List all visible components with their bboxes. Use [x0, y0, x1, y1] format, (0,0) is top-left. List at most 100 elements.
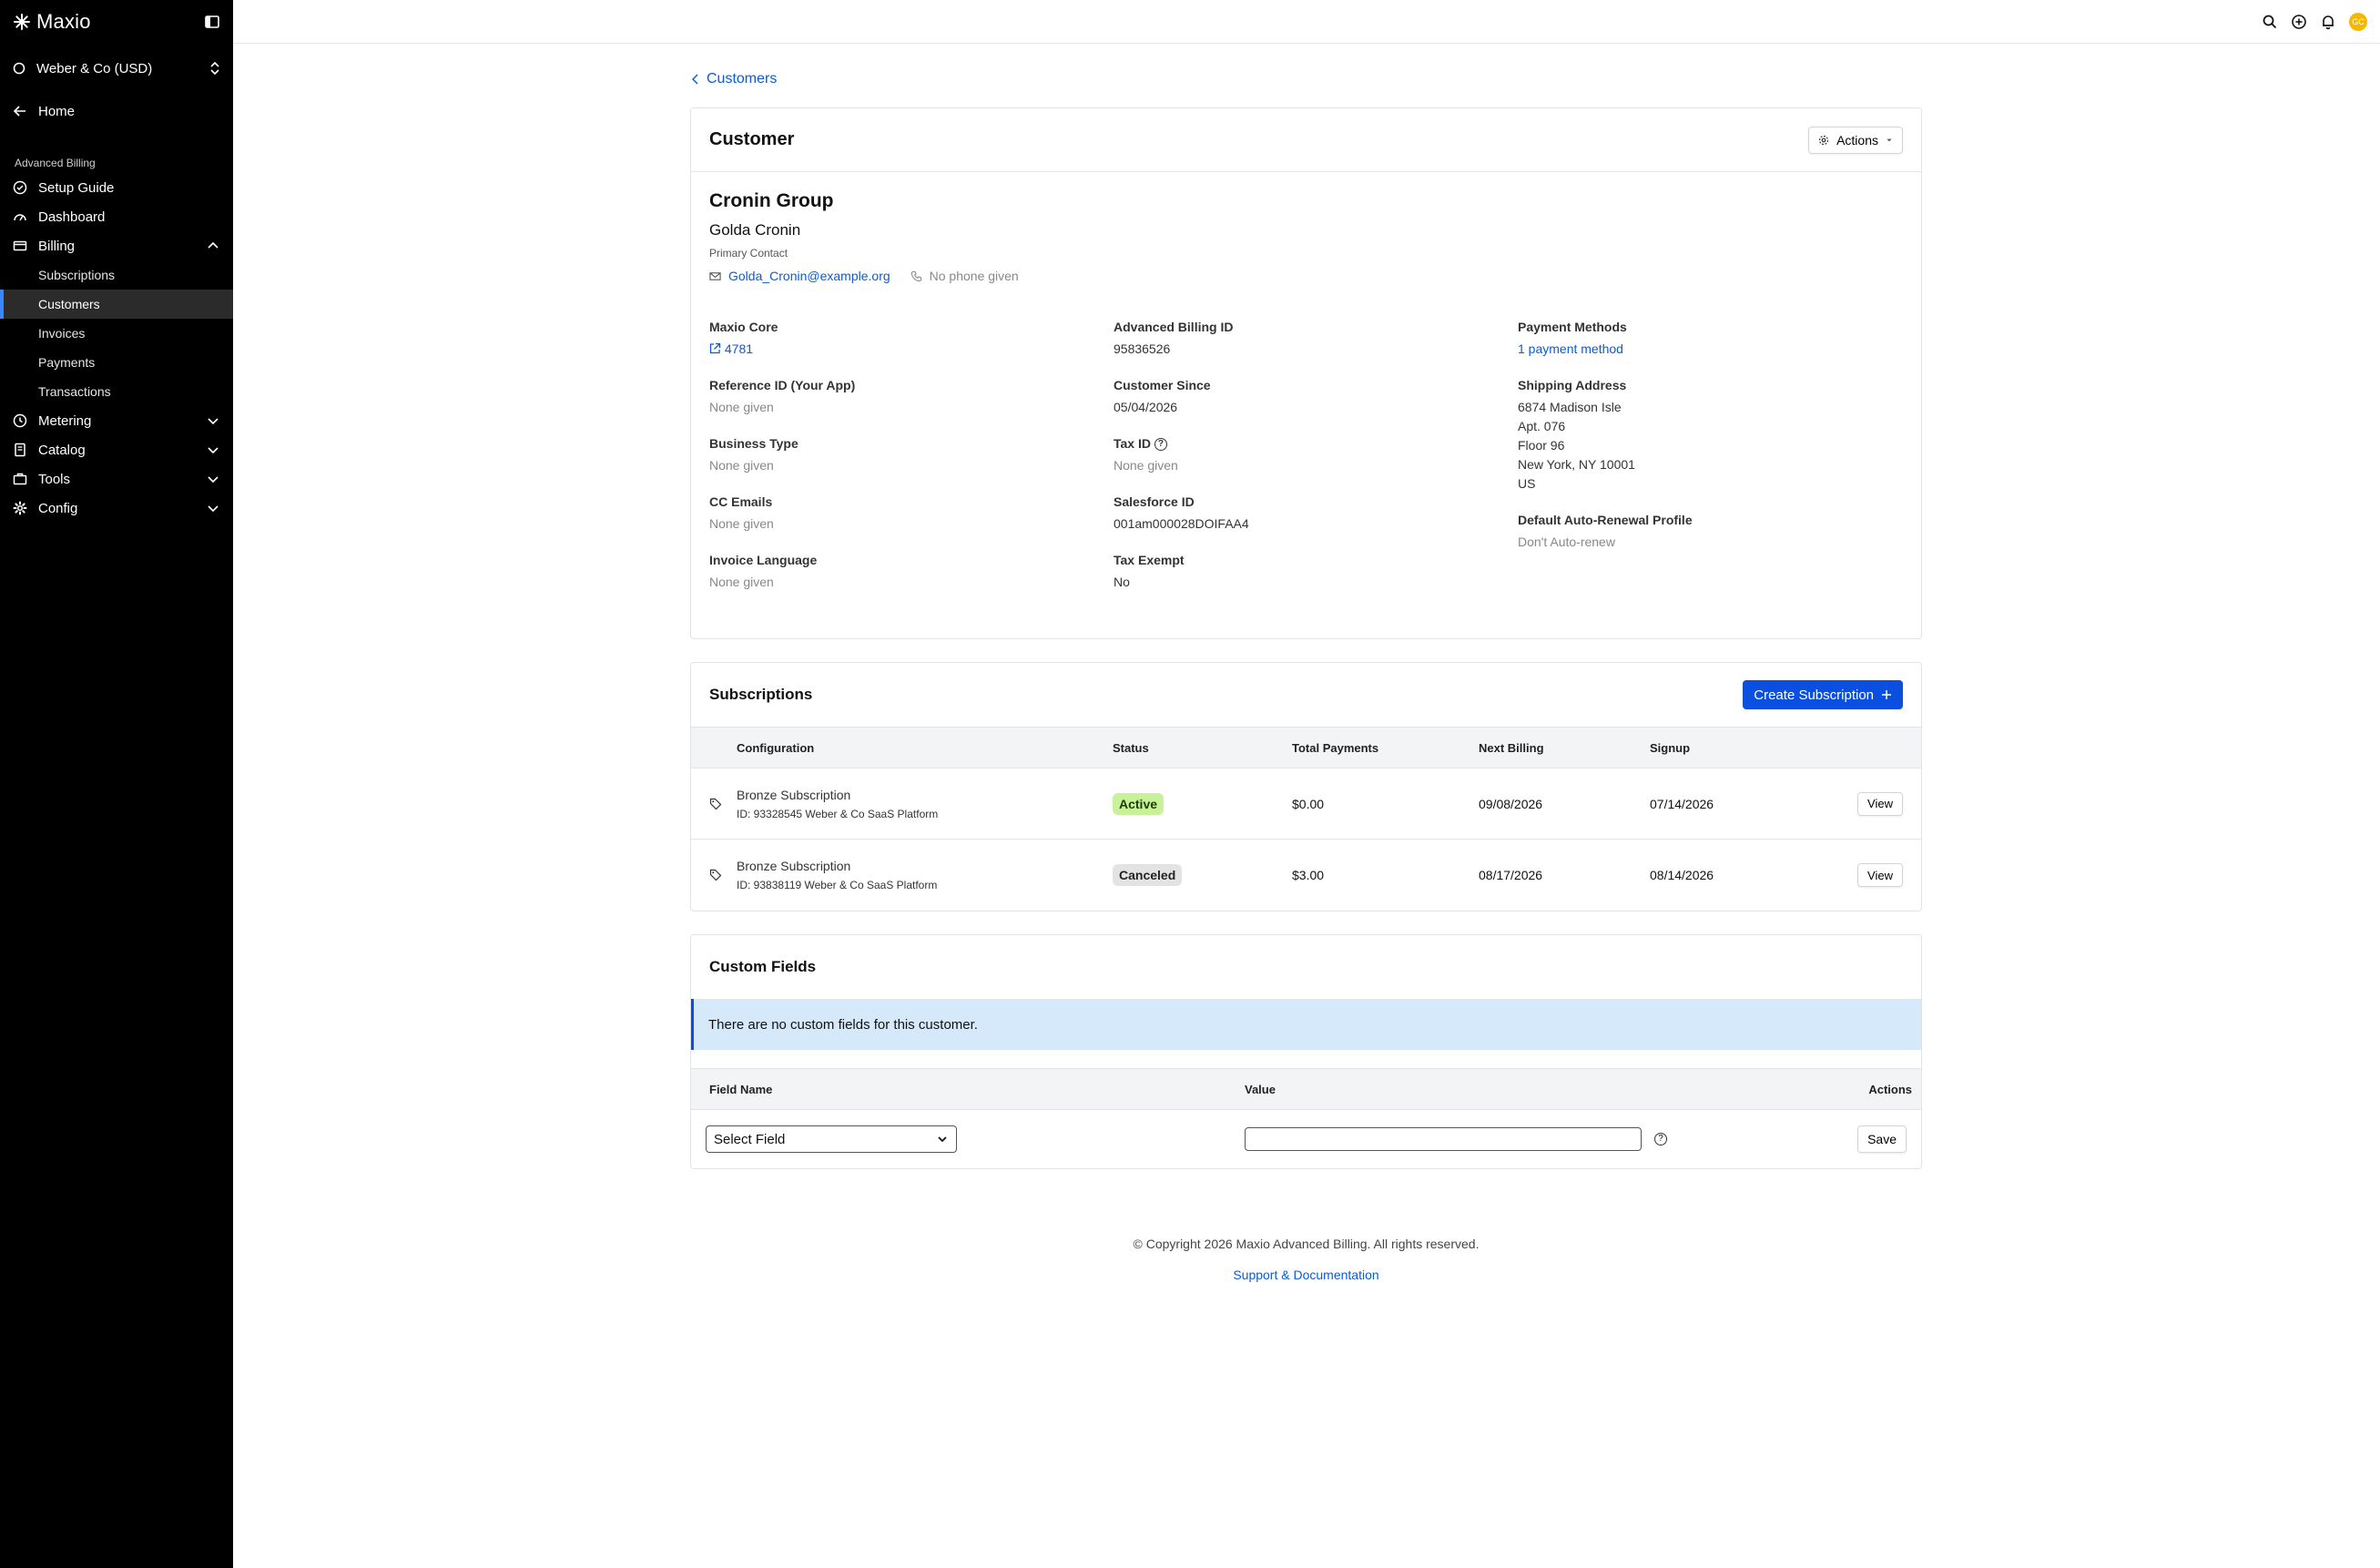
nav-dashboard[interactable]: Dashboard	[0, 202, 233, 231]
field-label: Shipping Address	[1518, 378, 1627, 392]
main-content: Customers Customer Actions Cronin Group …	[690, 44, 1922, 1282]
breadcrumb-customers-link[interactable]: Customers	[707, 71, 777, 87]
add-circle-icon[interactable]	[2291, 14, 2307, 30]
address-line: Floor 96	[1518, 438, 1565, 453]
org-circle-icon	[13, 62, 25, 75]
nav-tools[interactable]: Tools	[0, 464, 233, 494]
field-tax-id: Tax ID? None given	[1114, 436, 1518, 475]
shipping-address: 6874 Madison Isle Apt. 076 Floor 96 New …	[1518, 398, 1903, 494]
field-value: No	[1114, 575, 1130, 590]
credit-card-icon	[13, 240, 27, 251]
custom-field-input-row: Select Field ? Save	[691, 1110, 1921, 1168]
column-header-value: Value	[1245, 1082, 1276, 1096]
select-field-dropdown[interactable]: Select Field	[706, 1125, 957, 1154]
breadcrumb[interactable]: Customers	[690, 44, 1922, 107]
nav-invoices[interactable]: Invoices	[0, 319, 233, 348]
bell-icon[interactable]	[2320, 14, 2336, 30]
field-auto-renewal: Default Auto-Renewal Profile Don't Auto-…	[1518, 513, 1903, 552]
help-icon[interactable]: ?	[1154, 438, 1167, 452]
next-billing-date: 09/08/2026	[1479, 796, 1543, 811]
address-line: New York, NY 10001	[1518, 457, 1635, 472]
subscription-configuration: Bronze Subscription ID: 93838119 Weber &…	[737, 859, 1113, 891]
view-subscription-button[interactable]: View	[1857, 791, 1903, 816]
nav-customers[interactable]: Customers	[0, 290, 233, 319]
custom-fields-card: Custom Fields There are no custom fields…	[690, 934, 1922, 1170]
subscription-meta: ID: 93838119 Weber & Co SaaS Platform	[737, 879, 938, 892]
search-icon[interactable]	[2262, 14, 2278, 30]
nav-subscriptions[interactable]: Subscriptions	[0, 260, 233, 290]
field-value: None given	[709, 516, 774, 531]
field-label: Default Auto-Renewal Profile	[1518, 513, 1693, 527]
subscriptions-card: Subscriptions Create Subscription Config…	[690, 662, 1922, 912]
nav-setup-guide[interactable]: Setup Guide	[0, 173, 233, 202]
actions-label: Actions	[1836, 132, 1878, 148]
company-name: Cronin Group	[709, 190, 834, 211]
create-subscription-button[interactable]: Create Subscription	[1743, 680, 1903, 710]
subscriptions-title: Subscriptions	[709, 686, 813, 704]
table-row: Bronze Subscription ID: 93838119 Weber &…	[691, 840, 1921, 911]
fields-column-3: Payment Methods 1 payment method Shippin…	[1518, 320, 1903, 611]
field-invoice-language: Invoice Language None given	[709, 553, 1114, 592]
nav-payments[interactable]: Payments	[0, 348, 233, 377]
tax-id-label: Tax ID	[1114, 436, 1151, 451]
column-header-status: Status	[1113, 740, 1149, 755]
customer-details: Cronin Group Golda Cronin Primary Contac…	[691, 172, 1921, 638]
maxio-core-id: 4781	[724, 341, 754, 356]
chevron-up-down-icon	[210, 61, 219, 76]
customer-card-title: Customer	[709, 129, 795, 149]
custom-field-value-input[interactable]	[1245, 1127, 1642, 1152]
save-button[interactable]: Save	[1857, 1125, 1907, 1154]
nav-home-label: Home	[38, 103, 76, 119]
contact-email-link[interactable]: Golda_Cronin@example.org	[728, 269, 890, 283]
tag-icon	[709, 870, 722, 881]
contact-info-row: Golda_Cronin@example.org No phone given	[709, 269, 1903, 283]
field-label: Advanced Billing ID	[1114, 320, 1234, 334]
nav-metering[interactable]: Metering	[0, 406, 233, 435]
nav-catalog[interactable]: Catalog	[0, 435, 233, 464]
chevron-down-icon	[208, 476, 219, 484]
actions-dropdown-button[interactable]: Actions	[1808, 126, 1903, 154]
view-subscription-button[interactable]: View	[1857, 863, 1903, 888]
field-label: Tax ID?	[1114, 436, 1518, 452]
arrow-left-icon	[13, 106, 25, 117]
gauge-icon	[14, 214, 26, 221]
chevron-down-icon	[208, 418, 219, 425]
maxio-core-link[interactable]: 4781	[709, 340, 1114, 359]
help-icon[interactable]: ?	[1654, 1133, 1667, 1146]
gear-icon	[13, 501, 27, 515]
check-circle-icon	[13, 180, 27, 195]
field-value: None given	[709, 575, 774, 589]
subscription-name: Bronze Subscription	[737, 787, 851, 802]
field-maxio-core: Maxio Core 4781	[709, 320, 1114, 359]
status-badge: Active	[1113, 792, 1165, 815]
field-label: Tax Exempt	[1114, 553, 1185, 568]
support-documentation-link[interactable]: Support & Documentation	[690, 1268, 1922, 1282]
sidebar-collapse-icon[interactable]	[204, 14, 220, 30]
history-icon	[13, 413, 27, 428]
org-switcher[interactable]: Weber & Co (USD)	[0, 44, 233, 93]
user-avatar[interactable]: GC	[2349, 12, 2367, 31]
brand-name: Maxio	[36, 10, 91, 33]
chevron-down-icon	[208, 447, 219, 454]
field-cc-emails: CC Emails None given	[709, 494, 1114, 534]
nav-config[interactable]: Config	[0, 494, 233, 523]
nav-billing[interactable]: Billing	[0, 231, 233, 260]
field-label: CC Emails	[709, 494, 773, 509]
field-advanced-billing-id: Advanced Billing ID 95836526	[1114, 320, 1518, 359]
field-salesforce-id: Salesforce ID 001am000028DOIFAA4	[1114, 494, 1518, 534]
subscription-meta: ID: 93328545 Weber & Co SaaS Platform	[737, 807, 939, 820]
brand-logo[interactable]: Maxio	[13, 10, 91, 34]
chevron-down-icon	[208, 505, 219, 513]
gear-icon	[1818, 135, 1829, 145]
field-label: Maxio Core	[709, 320, 778, 334]
copyright-text: © Copyright 2026 Maxio Advanced Billing.…	[1133, 1237, 1480, 1252]
chevron-left-icon	[692, 74, 698, 85]
field-value: Don't Auto-renew	[1518, 535, 1615, 549]
payment-methods-link[interactable]: 1 payment method	[1518, 340, 1903, 359]
field-shipping-address: Shipping Address 6874 Madison Isle Apt. …	[1518, 378, 1903, 494]
nav-dashboard-label: Dashboard	[38, 209, 106, 225]
mail-icon	[709, 271, 721, 280]
nav-home[interactable]: Home	[0, 93, 233, 129]
column-header-total-payments: Total Payments	[1292, 740, 1379, 755]
nav-transactions[interactable]: Transactions	[0, 377, 233, 406]
